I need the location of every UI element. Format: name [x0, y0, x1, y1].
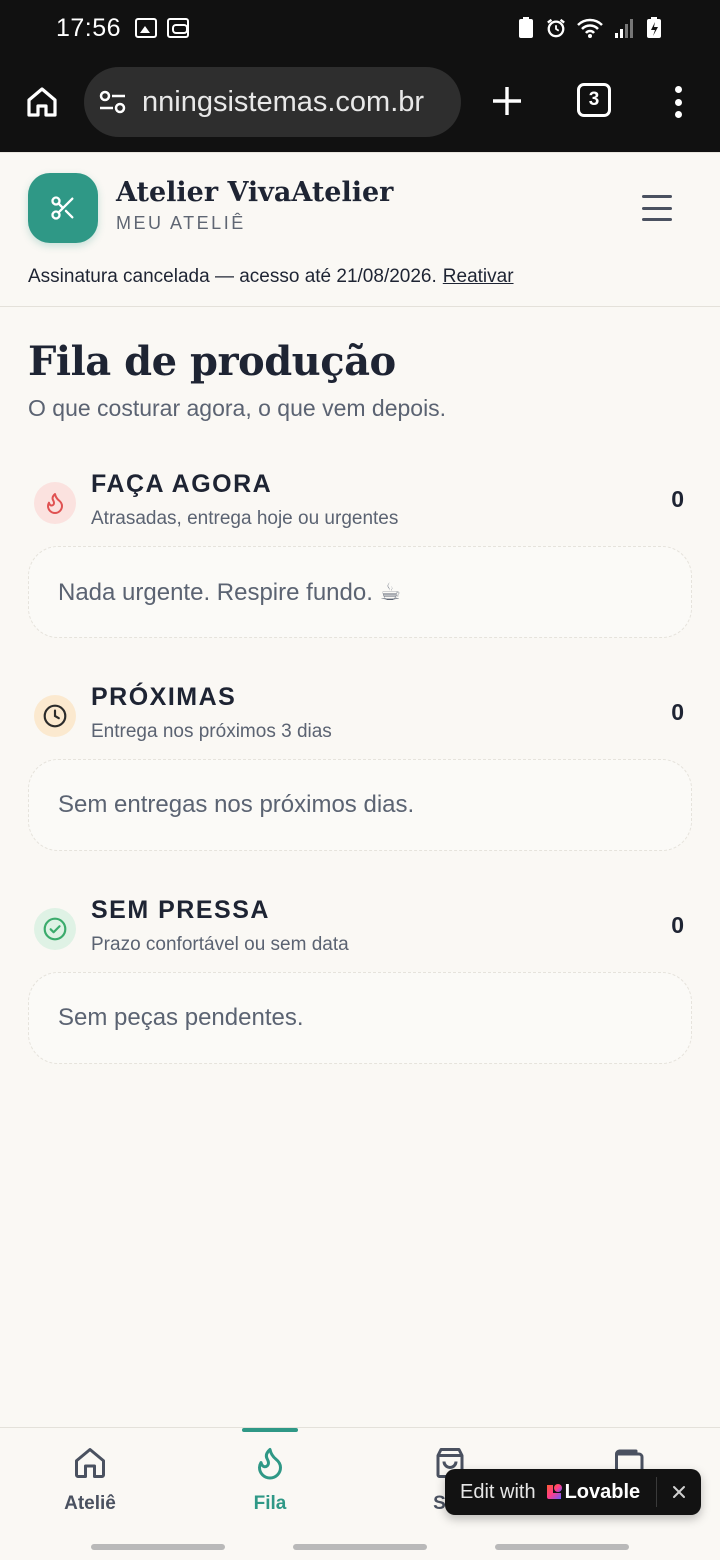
section-count: 0 — [671, 912, 684, 938]
nav-label: Fila — [253, 1493, 287, 1514]
status-bar: 17:56 — [0, 0, 720, 56]
tab-switcher-button[interactable]: 3 — [577, 83, 611, 117]
empty-state-card: Sem peças pendentes. — [28, 972, 692, 1064]
reactivate-link[interactable]: Reativar — [443, 266, 514, 287]
flame-icon — [258, 1448, 282, 1480]
subscription-notice-text: Assinatura cancelada — acesso até 21/08/… — [28, 266, 437, 287]
wifi-icon — [577, 18, 603, 38]
check-circle-icon — [43, 917, 67, 941]
browser-menu-icon[interactable] — [664, 82, 692, 122]
gesture-bar — [495, 1544, 629, 1550]
browser-toolbar: nningsistemas.com.br 3 — [0, 56, 720, 152]
lovable-brand: Lovable — [564, 1480, 641, 1503]
page-title: Fila de produção — [28, 338, 396, 385]
close-icon[interactable] — [667, 1480, 691, 1504]
new-tab-icon[interactable] — [490, 84, 524, 118]
flame-icon — [47, 493, 63, 514]
gesture-bar — [293, 1544, 427, 1550]
brand-subtitle: MEU ATELIÊ — [116, 213, 246, 233]
brand-name: Atelier VivaAtelier — [116, 177, 394, 208]
section-count: 0 — [671, 699, 684, 725]
empty-state-card: Sem entregas nos próximos dias. — [28, 759, 692, 851]
page-subtitle: O que costurar agora, o que vem depois. — [28, 395, 447, 421]
signal-icon — [615, 19, 633, 38]
gesture-bar — [91, 1544, 225, 1550]
battery-saver-icon — [519, 17, 533, 38]
status-time: 17:56 — [56, 13, 122, 42]
alarm-icon — [547, 18, 565, 38]
lovable-text: Edit with — [460, 1480, 536, 1503]
app-logo[interactable] — [28, 173, 98, 243]
section-title: SEM PRESSA — [91, 896, 270, 924]
gallery-notification-icon — [135, 18, 158, 38]
battery-charging-icon — [647, 17, 661, 38]
section-icon-badge — [34, 482, 76, 524]
site-settings-icon[interactable] — [98, 87, 128, 117]
section-description: Entrega nos próximos 3 dias — [91, 721, 332, 742]
url-bar[interactable]: nningsistemas.com.br — [84, 67, 461, 137]
nav-label: Ateliê — [64, 1493, 116, 1514]
empty-state-card: Nada urgente. Respire fundo. ☕ — [28, 546, 692, 638]
section-count: 0 — [671, 486, 684, 512]
section-icon-badge — [34, 908, 76, 950]
nav-item-fila[interactable]: Fila — [180, 1428, 360, 1538]
app-header: Atelier VivaAtelier MEU ATELIÊ Assinatur… — [0, 152, 720, 307]
nav-item-atelie[interactable]: Ateliê — [0, 1428, 180, 1538]
browser-home-icon[interactable] — [24, 84, 60, 120]
voicemail-notification-icon — [167, 18, 190, 38]
scissors-icon — [51, 196, 74, 220]
url-text: nningsistemas.com.br — [142, 85, 425, 118]
edit-with-lovable-badge[interactable]: Edit with Lovable — [445, 1469, 701, 1515]
lovable-logo-icon — [546, 1484, 562, 1499]
section-title: FAÇA AGORA — [91, 470, 273, 498]
section-description: Prazo confortável ou sem data — [91, 934, 349, 955]
clock-icon — [43, 704, 67, 728]
section-title: PRÓXIMAS — [91, 683, 237, 711]
subscription-notice: Assinatura cancelada — acesso até 21/08/… — [28, 266, 514, 288]
lovable-divider — [656, 1477, 657, 1507]
home-icon — [75, 1448, 105, 1478]
menu-icon[interactable] — [642, 195, 672, 221]
section-description: Atrasadas, entrega hoje ou urgentes — [91, 508, 399, 529]
section-icon-badge — [34, 695, 76, 737]
